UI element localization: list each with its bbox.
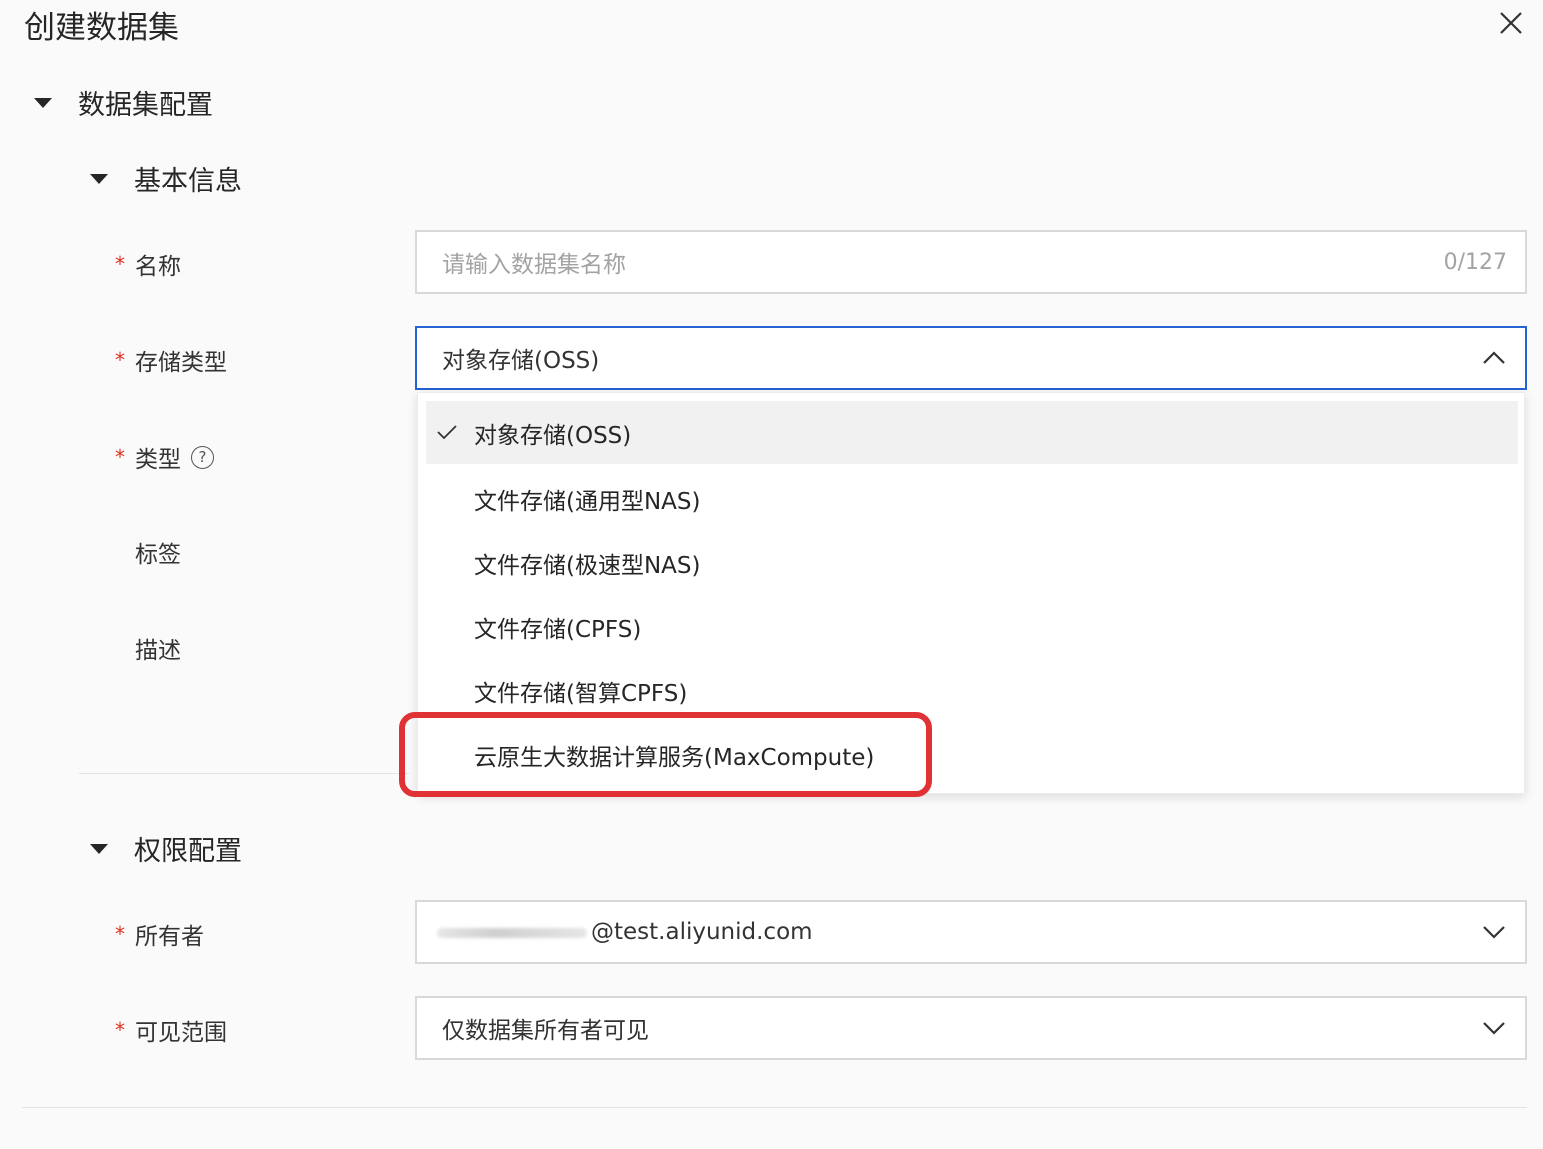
name-label: * 名称 [115,252,181,280]
tags-label: 标签 [135,542,181,568]
chevron-down-icon[interactable] [1481,1015,1507,1041]
caret-down-icon[interactable] [34,97,52,108]
name-input[interactable]: 请输入数据集名称 0/127 [415,230,1527,294]
footer-divider [22,1107,1527,1108]
visibility-label: * 可见范围 [115,1018,227,1046]
required-mark: * [115,445,125,469]
dropdown-option[interactable]: 文件存储(极速型NAS) [426,531,1518,594]
dialog-title: 创建数据集 [24,10,179,46]
required-mark: * [115,348,125,372]
section-dataset-config[interactable]: 数据集配置 [34,83,213,122]
highlight-box [399,712,932,797]
required-mark: * [115,1018,125,1042]
owner-value: @test.aliyunid.com [437,919,1481,945]
storage-type-select[interactable]: 对象存储(OSS) [415,326,1527,390]
chevron-up-icon[interactable] [1481,345,1507,371]
caret-down-icon[interactable] [90,843,108,854]
check-icon [437,425,457,440]
dropdown-option[interactable]: 对象存储(OSS) [426,401,1518,464]
caret-down-icon[interactable] [90,173,108,184]
section-permission[interactable]: 权限配置 [90,829,242,868]
type-label: * 类型 ? [115,440,214,474]
required-mark: * [115,922,125,946]
chevron-down-icon[interactable] [1481,919,1507,945]
owner-select[interactable]: @test.aliyunid.com [415,900,1527,964]
visibility-value: 仅数据集所有者可见 [442,1018,649,1044]
description-label: 描述 [135,638,181,664]
char-counter: 0/127 [1443,249,1507,275]
section-title: 数据集配置 [78,90,213,121]
owner-label: * 所有者 [115,922,204,950]
question-circle-icon[interactable]: ? [191,445,214,469]
name-placeholder: 请输入数据集名称 [442,252,626,278]
section-title: 基本信息 [134,166,242,197]
dropdown-option[interactable]: 文件存储(通用型NAS) [426,467,1518,530]
section-title: 权限配置 [134,836,242,867]
dropdown-option[interactable]: 文件存储(CPFS) [426,595,1518,658]
close-icon[interactable] [1496,8,1526,38]
section-divider [79,773,409,774]
storage-type-label: * 存储类型 [115,348,227,376]
visibility-select[interactable]: 仅数据集所有者可见 [415,996,1527,1060]
section-basic-info[interactable]: 基本信息 [90,159,242,198]
storage-type-value: 对象存储(OSS) [442,348,600,374]
redacted-username [437,927,587,938]
required-mark: * [115,252,125,276]
